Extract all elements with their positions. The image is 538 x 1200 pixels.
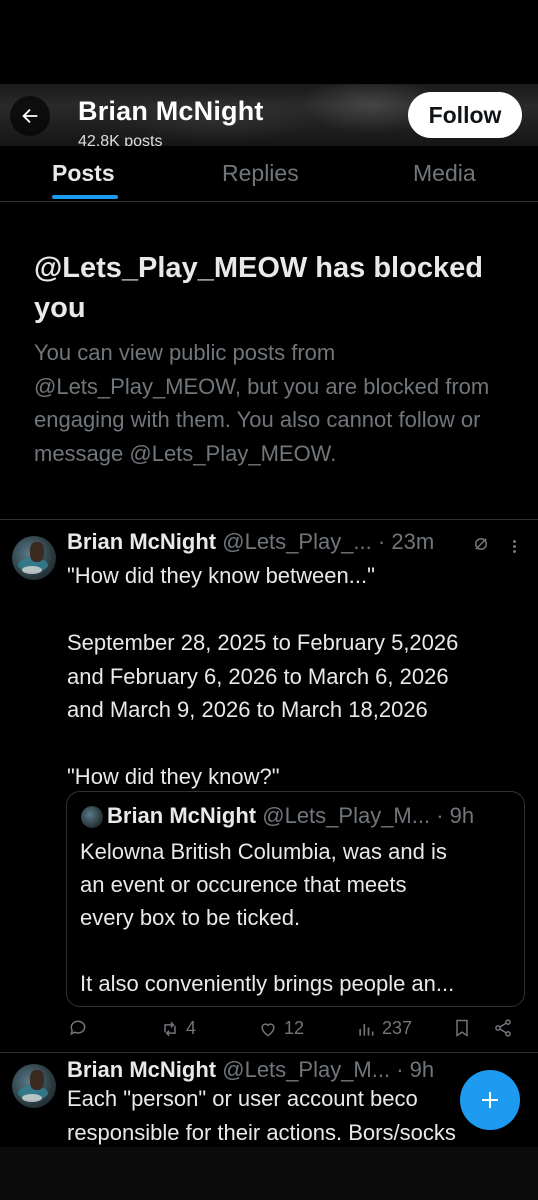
- reply-icon: [70, 1020, 86, 1036]
- retweet-button[interactable]: 4: [160, 1018, 196, 1039]
- avatar[interactable]: [12, 1064, 56, 1108]
- tweet-text: "How did they know between..." September…: [67, 563, 459, 789]
- retweet-icon: [164, 1021, 176, 1036]
- share-icon: [495, 1019, 511, 1037]
- quote-avatar: [81, 806, 103, 828]
- quote-time: · 9h: [436, 803, 475, 828]
- profile-name: Brian McNight: [78, 96, 264, 126]
- status-bar: [0, 0, 538, 84]
- blocked-description: You can view public posts from @Lets_Pla…: [34, 340, 490, 466]
- tab-replies[interactable]: Replies: [222, 160, 299, 187]
- views-chart-icon: [359, 1023, 374, 1036]
- quote-author-name: Brian McNight: [107, 803, 257, 828]
- tweet-header: Brian McNight @Lets_Play_... · 23m: [67, 529, 434, 555]
- tweet-time[interactable]: · 9h: [396, 1057, 434, 1082]
- tab-media[interactable]: Media: [413, 160, 476, 187]
- arrow-left-icon: [22, 108, 38, 124]
- reply-button[interactable]: [68, 1018, 88, 1038]
- blocked-title: @Lets_Play_MEOW has blocked you: [34, 252, 483, 324]
- back-button[interactable]: [10, 96, 50, 136]
- like-count: 12: [284, 1018, 305, 1038]
- compose-button[interactable]: [460, 1070, 520, 1130]
- tweet-text: Each "person" or user account beco respo…: [67, 1086, 456, 1145]
- retweet-count: 4: [186, 1018, 197, 1038]
- tweet-time[interactable]: · 23m: [378, 529, 434, 554]
- blocked-notice: @Lets_Play_MEOW has blocked you You can …: [34, 248, 514, 470]
- tab-posts[interactable]: Posts: [52, 160, 115, 187]
- quote-author-handle: @Lets_Play_M...: [262, 803, 431, 828]
- tweet-author-handle[interactable]: @Lets_Play_M...: [222, 1057, 390, 1082]
- tweet-header: Brian McNight @Lets_Play_M... · 9h: [67, 1057, 434, 1083]
- share-button[interactable]: [493, 1018, 513, 1038]
- tweet-author-name[interactable]: Brian McNight: [67, 529, 216, 554]
- tweet-actions: 4 12 237: [0, 1018, 538, 1048]
- avatar[interactable]: [12, 536, 56, 580]
- profile-tabs: Posts Replies Media: [0, 146, 538, 202]
- divider: [0, 1052, 538, 1053]
- follow-button[interactable]: Follow: [408, 92, 522, 138]
- view-count: 237: [382, 1018, 413, 1038]
- post-count: 42.8K posts: [78, 134, 163, 146]
- views-button[interactable]: 237: [356, 1018, 412, 1039]
- more-options-icon[interactable]: [513, 538, 519, 555]
- bottom-navigation-bar: [0, 1147, 538, 1200]
- muted-icon: [475, 538, 487, 550]
- tweet-author-name[interactable]: Brian McNight: [67, 1057, 216, 1082]
- active-tab-indicator: [52, 195, 118, 199]
- tweet-author-handle[interactable]: @Lets_Play_...: [222, 529, 372, 554]
- plus-icon: [482, 1092, 498, 1108]
- like-button[interactable]: 12: [258, 1018, 304, 1039]
- quote-header: Brian McNight @Lets_Play_M... · 9h: [107, 803, 474, 829]
- divider: [0, 519, 538, 520]
- quoted-tweet[interactable]: Brian McNight @Lets_Play_M... · 9h Kelow…: [66, 791, 525, 1007]
- bookmark-icon: [456, 1019, 468, 1037]
- heart-icon: [261, 1022, 275, 1037]
- bookmark-button[interactable]: [452, 1018, 472, 1038]
- profile-header: Brian McNight 42.8K posts Follow: [0, 84, 538, 146]
- quote-text: Kelowna British Columbia, was and is an …: [80, 839, 455, 996]
